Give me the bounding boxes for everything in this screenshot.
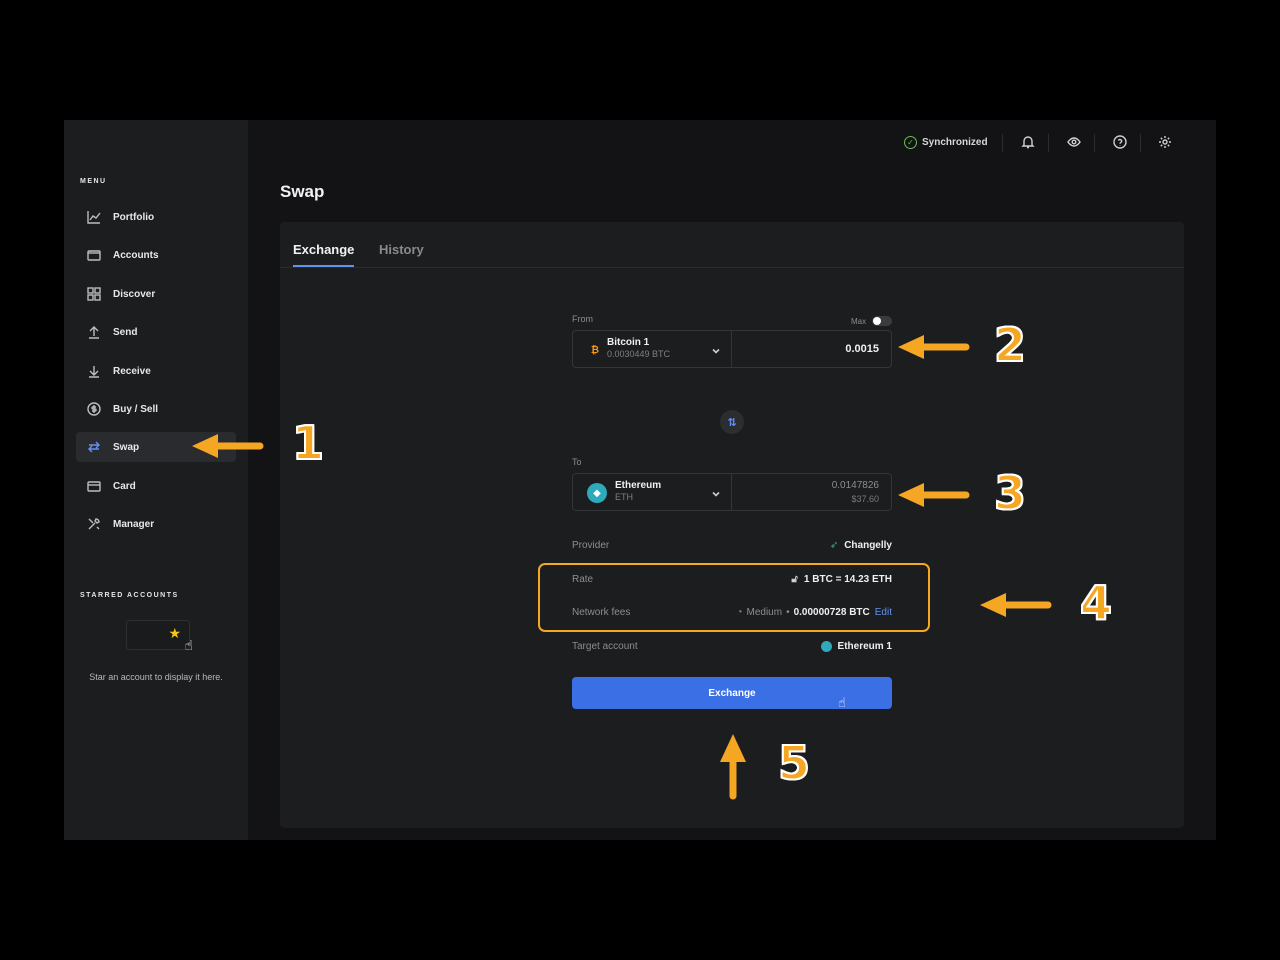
from-amount-value: 0.0015 <box>845 343 879 355</box>
hand-pointer-icon: ☝ <box>838 695 846 710</box>
reverse-swap-button[interactable]: ⇅ <box>720 410 744 434</box>
max-label: Max <box>851 317 867 326</box>
annotation-arrow-left-icon <box>980 593 1052 617</box>
chevron-down-icon <box>711 343 721 354</box>
annotation-arrow-left-icon <box>898 483 970 507</box>
starred-empty-message: Star an account to display it here. <box>89 672 223 682</box>
bitcoin-icon: ₿ <box>590 344 600 356</box>
provider-value[interactable]: ➶ Changelly <box>830 540 892 551</box>
divider <box>1048 134 1049 152</box>
starred-placeholder-card: ★ ☝ <box>126 620 193 653</box>
annotation-number: 5 <box>777 735 811 791</box>
target-account-label: Target account <box>572 641 638 652</box>
swap-arrows-icon: ⇅ <box>727 416 737 429</box>
arrow-down-icon <box>86 363 102 379</box>
sidebar-item-label: Receive <box>113 365 151 377</box>
changelly-logo-icon: ➶ <box>829 540 839 551</box>
divider <box>1140 134 1141 152</box>
sidebar-item-label: Discover <box>113 288 156 300</box>
to-account-select[interactable]: ◆ Ethereum ETH <box>572 473 732 511</box>
sidebar-item-card[interactable]: Card <box>76 471 236 501</box>
sidebar-item-label: Send <box>113 326 138 338</box>
tab-exchange[interactable]: Exchange <box>293 242 354 257</box>
star-icon: ★ <box>168 625 181 641</box>
grid-icon <box>86 286 102 302</box>
target-account-name: Ethereum 1 <box>837 641 892 652</box>
to-amount-field: 0.0147826 $37.60 <box>731 473 892 511</box>
tools-icon <box>86 516 102 532</box>
sidebar-item-label: Buy / Sell <box>113 403 159 415</box>
card-icon <box>86 478 102 494</box>
rate-fees-highlight-box <box>538 563 930 632</box>
provider-label: Provider <box>572 540 610 551</box>
sidebar-item-label: Portfolio <box>113 211 155 223</box>
bell-icon[interactable] <box>1021 135 1037 151</box>
sidebar-item-send[interactable]: Send <box>76 317 236 347</box>
annotation-arrow-up-icon <box>720 734 746 800</box>
sidebar-item-label: Accounts <box>113 249 159 261</box>
sidebar-item-label: Manager <box>113 518 155 530</box>
dollar-icon <box>86 401 102 417</box>
eye-icon[interactable] <box>1067 135 1083 151</box>
sidebar-item-buy-sell[interactable]: Buy / Sell <box>76 394 236 424</box>
sync-status-label: Synchronized <box>922 137 988 148</box>
divider <box>1094 134 1095 152</box>
tab-history[interactable]: History <box>379 242 424 257</box>
annotation-number: 2 <box>993 317 1027 373</box>
divider <box>1002 134 1003 152</box>
sidebar-item-label: Swap <box>113 441 140 453</box>
sidebar-item-manager[interactable]: Manager <box>76 509 236 539</box>
from-label: From <box>572 314 593 324</box>
to-amount-fiat: $37.60 <box>851 494 879 504</box>
sidebar-item-discover[interactable]: Discover <box>76 279 236 309</box>
from-amount-input[interactable]: 0.0015 <box>731 330 892 368</box>
sidebar-item-accounts[interactable]: Accounts <box>76 240 236 270</box>
swap-icon <box>86 439 102 455</box>
sync-status: ✓ Synchronized <box>904 136 988 149</box>
chevron-down-icon <box>711 486 721 497</box>
starred-accounts-title: STARRED ACCOUNTS <box>80 592 179 599</box>
from-account-select[interactable]: ₿ Bitcoin 1 0.0030449 BTC <box>572 330 732 368</box>
from-account-balance: 0.0030449 BTC <box>607 349 671 359</box>
settings-icon[interactable] <box>1158 135 1174 151</box>
chart-icon <box>86 209 102 225</box>
sidebar-item-portfolio[interactable]: Portfolio <box>76 202 236 232</box>
ethereum-icon <box>820 641 832 652</box>
max-toggle[interactable] <box>872 316 892 326</box>
sidebar: MENU Portfolio Accounts Discover Send Re… <box>64 120 248 840</box>
annotation-arrow-left-icon <box>898 335 970 359</box>
app-window: MENU Portfolio Accounts Discover Send Re… <box>64 120 1216 840</box>
sidebar-item-receive[interactable]: Receive <box>76 356 236 386</box>
sidebar-item-label: Card <box>113 480 136 492</box>
arrow-up-icon <box>86 324 102 340</box>
to-account-name: Ethereum <box>615 480 662 491</box>
menu-title: MENU <box>80 178 107 185</box>
help-icon[interactable] <box>1113 135 1129 151</box>
hand-pointer-icon: ☝ <box>184 637 193 653</box>
tab-divider <box>280 267 1184 268</box>
ethereum-icon: ◆ <box>587 483 607 503</box>
to-label: To <box>572 457 582 467</box>
annotation-arrow-left-icon <box>192 434 264 458</box>
to-account-ticker: ETH <box>615 492 633 502</box>
page-title: Swap <box>280 182 325 201</box>
wallet-icon <box>86 247 102 263</box>
annotation-number: 4 <box>1079 575 1113 631</box>
from-account-name: Bitcoin 1 <box>607 337 650 348</box>
to-amount-value: 0.0147826 <box>831 480 879 491</box>
provider-name: Changelly <box>844 540 892 551</box>
check-circle-icon: ✓ <box>904 136 917 149</box>
annotation-number: 1 <box>291 415 325 471</box>
annotation-number: 3 <box>993 465 1027 521</box>
target-account-value[interactable]: Ethereum 1 <box>820 641 892 652</box>
